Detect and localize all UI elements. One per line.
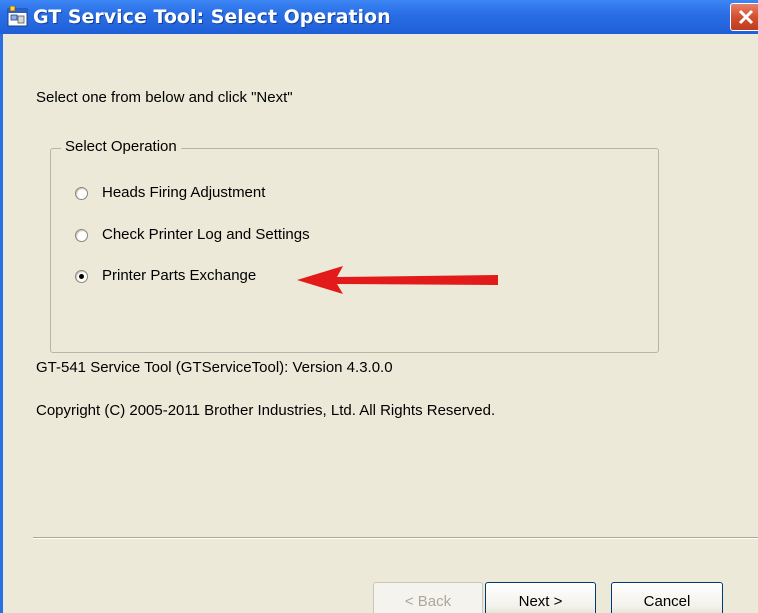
close-button[interactable] [730, 3, 758, 31]
next-button[interactable]: Next > [485, 582, 596, 613]
dialog-window: GT Service Tool: Select Operation Select… [0, 0, 758, 613]
close-icon [738, 9, 754, 25]
app-window-icon[interactable] [7, 5, 29, 28]
dialog-body: Select one from below and click "Next" S… [0, 34, 758, 613]
cancel-button[interactable]: Cancel [611, 582, 723, 613]
radio-label[interactable]: Check Printer Log and Settings [102, 226, 310, 243]
window-title: GT Service Tool: Select Operation [33, 6, 391, 28]
title-bar[interactable]: GT Service Tool: Select Operation [0, 0, 758, 34]
instruction-text: Select one from below and click "Next" [36, 89, 293, 106]
copyright-text: Copyright (C) 2005-2011 Brother Industri… [36, 402, 496, 419]
footer-separator [33, 537, 758, 539]
radio-label[interactable]: Printer Parts Exchange [102, 267, 256, 284]
radio-button[interactable] [75, 229, 88, 242]
radio-selected-dot [79, 274, 84, 279]
red-arrow-icon [297, 266, 498, 294]
select-operation-group: Select Operation Heads Firing Adjustment… [50, 138, 659, 353]
radio-label[interactable]: Heads Firing Adjustment [102, 184, 265, 201]
back-button[interactable]: < Back [373, 582, 483, 613]
radio-button-selected[interactable] [75, 270, 88, 283]
version-text: GT-541 Service Tool (GTServiceTool): Ver… [36, 359, 393, 376]
group-label: Select Operation [61, 138, 181, 155]
radio-button[interactable] [75, 187, 88, 200]
